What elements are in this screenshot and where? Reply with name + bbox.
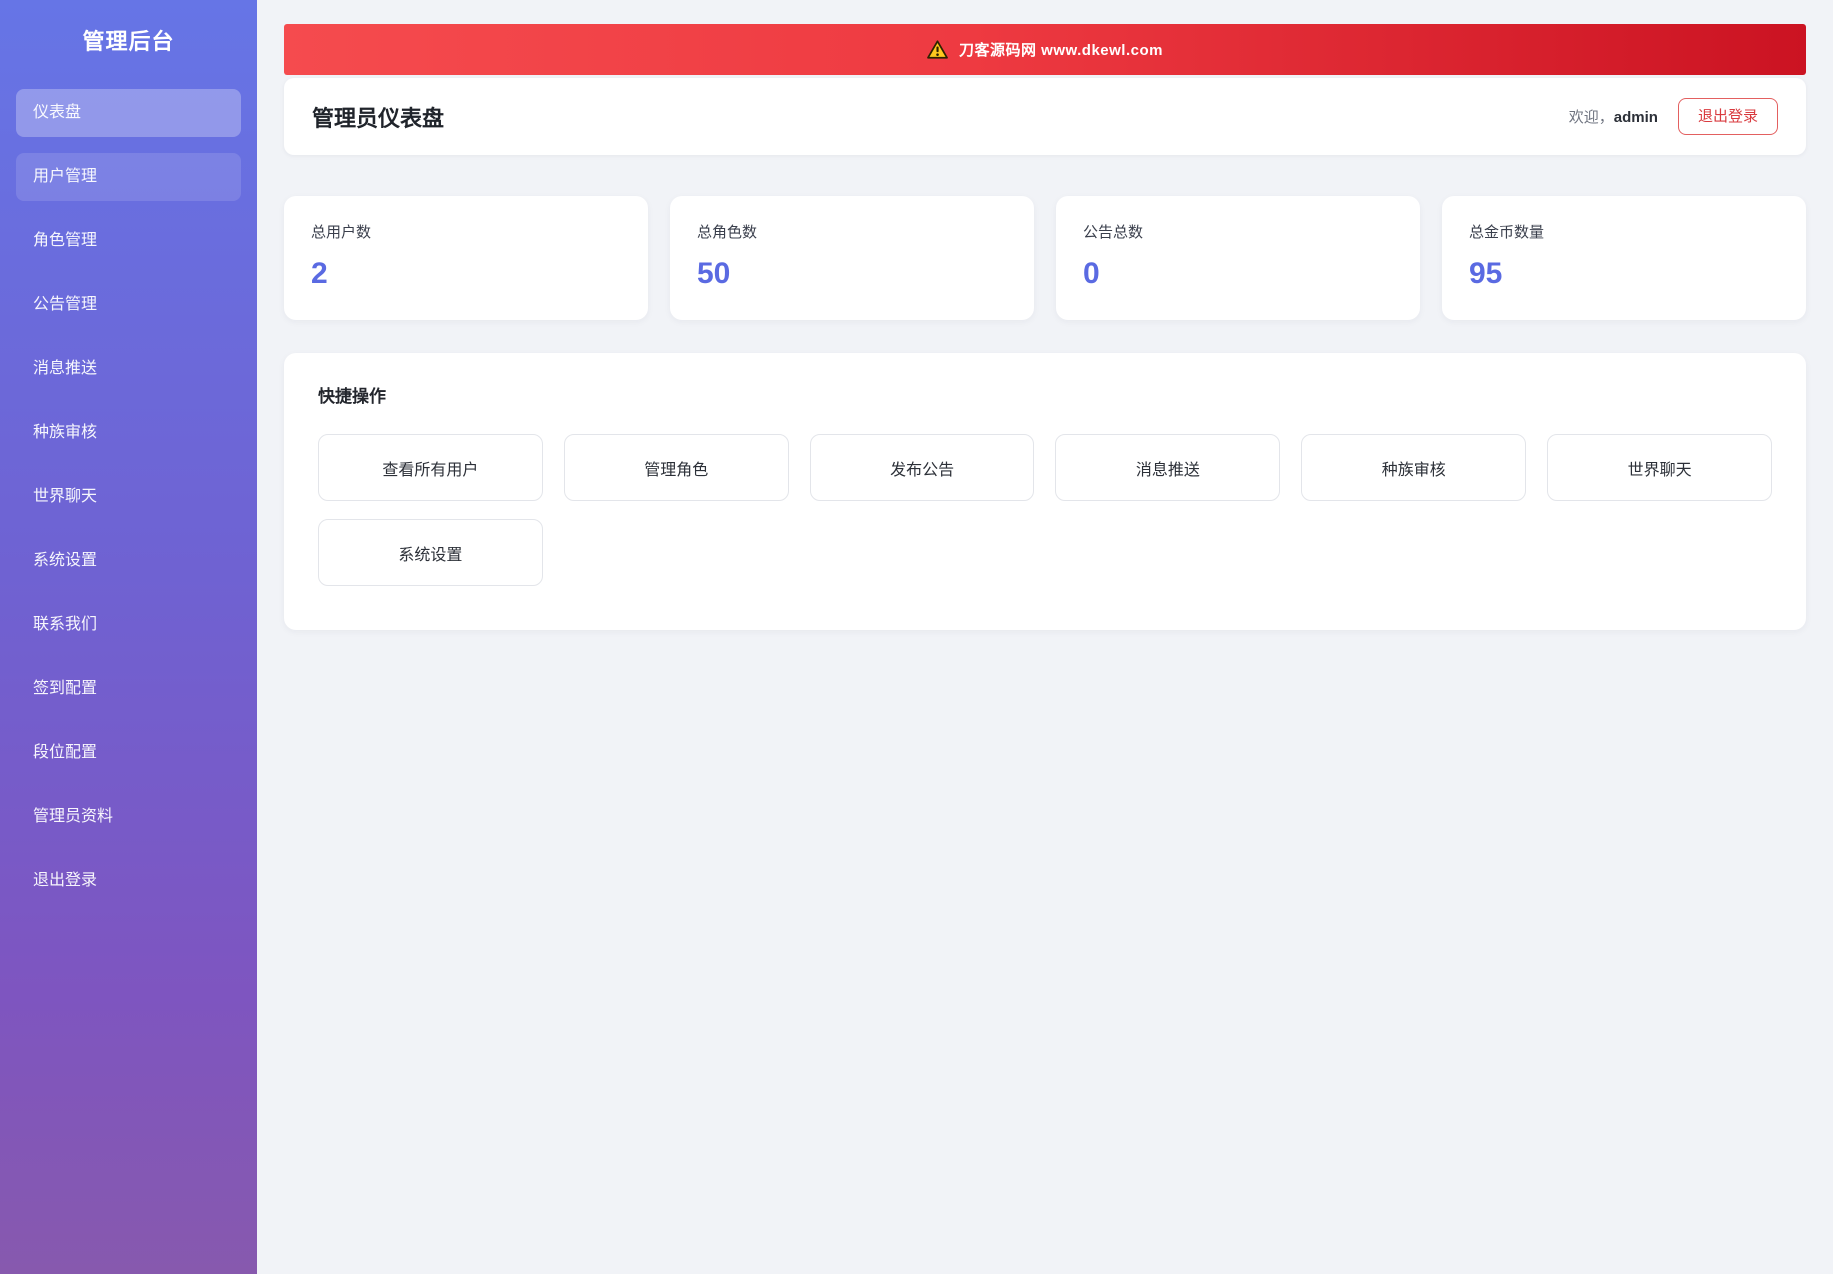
sidebar-item[interactable]: 退出登录	[16, 857, 241, 905]
promo-banner: 刀客源码网 www.dkewl.com	[284, 24, 1806, 75]
stats-row: 总用户数 2 总角色数 50 公告总数 0 总金币数量 95	[284, 196, 1806, 320]
logout-button[interactable]: 退出登录	[1677, 98, 1778, 135]
stat-value: 95	[1469, 257, 1503, 290]
quick-action-button[interactable]: 种族审核	[1301, 434, 1527, 501]
main-content: 刀客源码网 www.dkewl.com 管理员仪表盘 欢迎，admin 退出登录…	[257, 0, 1833, 670]
sidebar-item[interactable]: 用户管理	[16, 153, 241, 201]
sidebar-menu: 仪表盘用户管理角色管理公告管理消息推送种族审核世界聊天系统设置联系我们签到配置段…	[0, 89, 257, 905]
sidebar: 管理后台 仪表盘用户管理角色管理公告管理消息推送种族审核世界聊天系统设置联系我们…	[0, 0, 257, 1274]
quick-action-button[interactable]: 系统设置	[318, 519, 543, 586]
username: admin	[1613, 109, 1658, 126]
quick-action-button[interactable]: 发布公告	[809, 434, 1035, 501]
stat-label: 总用户数	[311, 224, 372, 241]
sidebar-item[interactable]: 段位配置	[16, 729, 241, 777]
quick-actions-grid: 查看所有用户 管理角色 发布公告 消息推送 种族审核 世界聊天系统设置	[318, 434, 1772, 586]
stat-card: 总角色数 50	[670, 196, 1034, 320]
quick-action-button[interactable]: 查看所有用户	[318, 434, 543, 501]
quick-actions-title: 快捷操作	[318, 387, 386, 406]
sidebar-item[interactable]: 消息推送	[16, 345, 241, 393]
sidebar-item[interactable]: 签到配置	[16, 665, 241, 713]
quick-action-button[interactable]: 管理角色	[563, 434, 789, 501]
page-header: 管理员仪表盘 欢迎，admin 退出登录	[284, 78, 1806, 155]
sidebar-item[interactable]: 公告管理	[16, 281, 241, 329]
page-title: 管理员仪表盘	[312, 105, 445, 131]
stat-card: 总用户数 2	[284, 196, 648, 320]
stat-label: 总角色数	[697, 224, 758, 241]
quick-action-button[interactable]: 消息推送	[1055, 434, 1281, 501]
sidebar-item[interactable]: 联系我们	[16, 601, 241, 649]
stat-value: 50	[697, 257, 731, 290]
sidebar-item[interactable]: 世界聊天	[16, 473, 241, 521]
sidebar-item[interactable]: 系统设置	[16, 537, 241, 585]
stat-card: 公告总数 0	[1056, 196, 1420, 320]
welcome-text: 欢迎，admin	[1569, 106, 1658, 127]
stat-label: 公告总数	[1083, 224, 1144, 241]
stat-label: 总金币数量	[1469, 224, 1545, 241]
quick-action-button[interactable]: 世界聊天	[1547, 434, 1772, 501]
stat-value: 0	[1083, 257, 1100, 290]
app-title: 管理后台	[82, 29, 175, 54]
sidebar-item[interactable]: 角色管理	[16, 217, 241, 265]
quick-actions-card: 快捷操作 查看所有用户 管理角色 发布公告 消息推送 种族审核 世界聊天系统设置	[284, 353, 1806, 630]
welcome-prefix: 欢迎，	[1568, 109, 1614, 126]
stat-value: 2	[311, 257, 328, 290]
stat-card: 总金币数量 95	[1442, 196, 1806, 320]
banner-text: 刀客源码网 www.dkewl.com	[959, 42, 1163, 59]
header-right: 欢迎，admin 退出登录	[1569, 98, 1778, 135]
sidebar-item[interactable]: 管理员资料	[16, 793, 241, 841]
warning-icon	[927, 40, 948, 59]
sidebar-item[interactable]: 种族审核	[16, 409, 241, 457]
sidebar-item[interactable]: 仪表盘	[16, 89, 241, 137]
